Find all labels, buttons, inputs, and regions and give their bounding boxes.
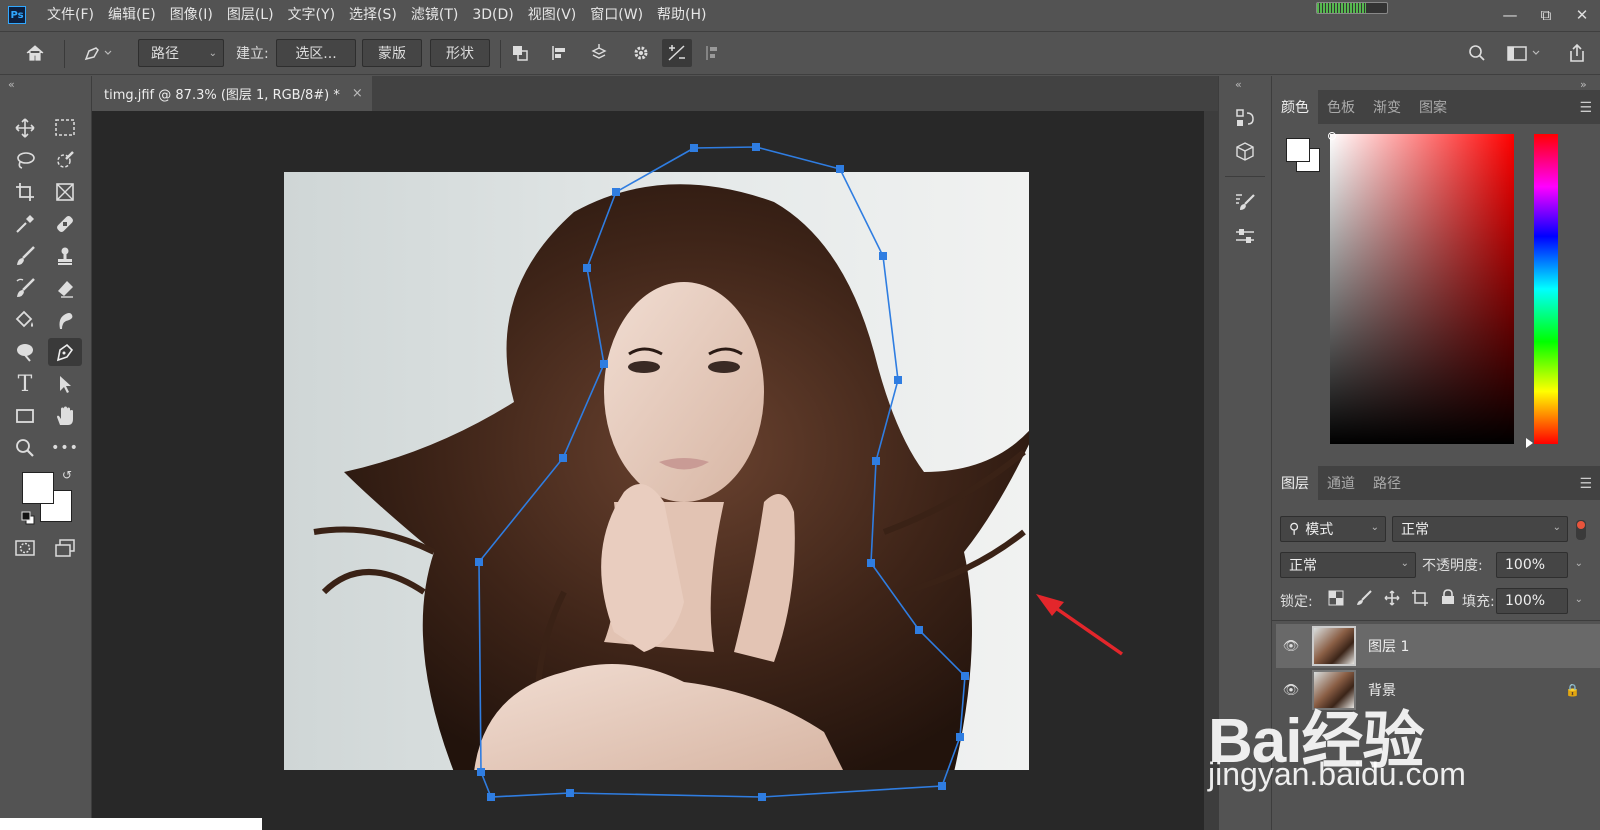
color-panel-foreground[interactable] — [1286, 138, 1310, 162]
blend-mode-value: 正常 — [1289, 558, 1317, 574]
layer-name: 背景 — [1368, 683, 1396, 699]
red-arrow-annotation — [1036, 594, 1123, 656]
layers-panel-tabs: 图层 通道 路径 ☰ — [1272, 466, 1600, 500]
layer-row-background[interactable]: 👁 背景 🔒 — [1276, 668, 1600, 712]
panel-menu-icon[interactable]: ☰ — [1579, 100, 1592, 116]
tab-channels[interactable]: 通道 — [1318, 466, 1364, 500]
3d-panel-icon[interactable] — [1228, 138, 1262, 166]
blend-mode-select[interactable]: 正常 ⌄ — [1280, 552, 1416, 578]
fill-value: 100% — [1505, 593, 1546, 609]
layer-filter-value-text: 正常 — [1401, 522, 1429, 538]
right-panels: » 颜色 色板 渐变 图案 ☰ 图层 通道 路径 ☰ ⚲ 模式 ⌄ 正常 ⌄ 正… — [1272, 76, 1600, 830]
visibility-eye-icon[interactable]: 👁 — [1276, 683, 1306, 698]
fill-field[interactable]: 100% ⌄ — [1496, 588, 1583, 614]
layer-name: 图层 1 — [1368, 639, 1410, 655]
tab-gradients[interactable]: 渐变 — [1364, 90, 1410, 124]
layer-thumbnail — [1312, 626, 1356, 666]
opacity-field[interactable]: 100% ⌄ — [1496, 552, 1583, 578]
adjustments-icon[interactable] — [1228, 222, 1262, 250]
foreground-color-swatch[interactable] — [22, 472, 54, 504]
layer-filter-kind-value: 模式 — [1305, 522, 1334, 538]
opacity-label: 不透明度: — [1422, 558, 1483, 574]
chevron-down-icon: ⌄ — [1552, 522, 1561, 533]
layers-panel-menu-icon[interactable]: ☰ — [1579, 476, 1592, 492]
layer-filter-value[interactable]: 正常 ⌄ — [1392, 516, 1568, 542]
chevron-down-icon: ⌄ — [1370, 522, 1379, 533]
chevron-down-icon: ⌄ — [1574, 594, 1583, 605]
tab-swatches[interactable]: 色板 — [1318, 90, 1364, 124]
collapse-dock-icon[interactable]: « — [1235, 78, 1242, 91]
filter-toggle[interactable] — [1576, 520, 1586, 540]
color-field[interactable] — [1330, 134, 1514, 444]
tab-color[interactable]: 颜色 — [1272, 90, 1318, 124]
visibility-eye-icon[interactable]: 👁 — [1276, 639, 1306, 654]
brush-settings-icon[interactable] — [1228, 188, 1262, 216]
layer-thumbnail — [1312, 670, 1356, 710]
chevron-down-icon: ⌄ — [1574, 558, 1583, 569]
fill-label: 填充: — [1462, 594, 1495, 610]
lock-icon: 🔒 — [1565, 683, 1580, 697]
lock-label: 锁定: — [1280, 594, 1313, 610]
chevron-down-icon: ⌄ — [1400, 558, 1409, 569]
tab-layers[interactable]: 图层 — [1272, 466, 1318, 500]
lock-transparent-icon[interactable] — [1328, 590, 1344, 606]
lock-position-icon[interactable] — [1384, 590, 1400, 606]
tab-paths[interactable]: 路径 — [1364, 466, 1410, 500]
color-panel-tabs: 颜色 色板 渐变 图案 ☰ — [1272, 90, 1600, 124]
layer-row-layer1[interactable]: 👁 图层 1 — [1276, 624, 1600, 668]
path-anchor-points[interactable] — [475, 143, 969, 801]
opacity-value: 100% — [1505, 557, 1546, 573]
panel-dock-strip: « — [1218, 76, 1272, 830]
lock-artboard-icon[interactable] — [1412, 590, 1428, 606]
tab-patterns[interactable]: 图案 — [1410, 90, 1456, 124]
lock-pixels-icon[interactable] — [1356, 590, 1372, 606]
lock-all-icon[interactable] — [1440, 589, 1456, 605]
layer-filter-kind[interactable]: ⚲ 模式 ⌄ — [1280, 516, 1386, 542]
color-picker-cursor[interactable] — [1328, 132, 1336, 140]
pen-path[interactable] — [478, 146, 966, 798]
hue-slider-handle[interactable] — [1526, 438, 1533, 448]
taskbar-strip — [0, 818, 262, 830]
history-panel-icon[interactable] — [1228, 104, 1262, 132]
hue-slider[interactable] — [1534, 134, 1558, 444]
search-icon: ⚲ — [1289, 521, 1300, 537]
